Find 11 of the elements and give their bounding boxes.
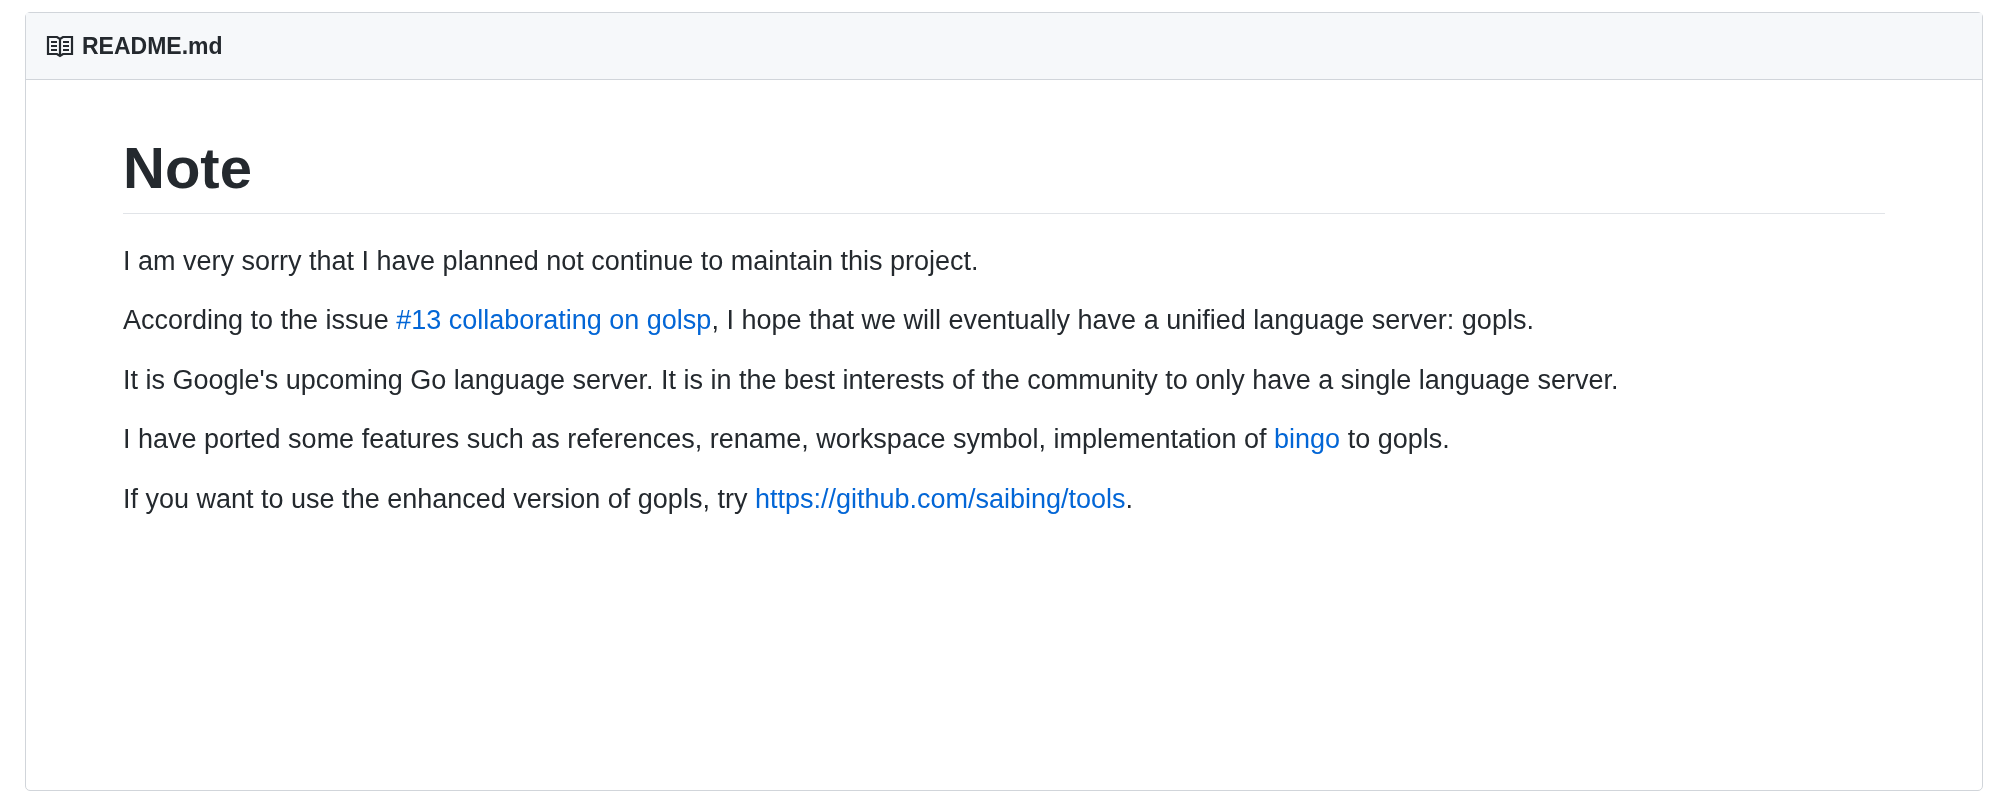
paragraph: If you want to use the enhanced version of gopls, try https://github.com/saibing/tools. [123,482,1135,516]
paragraph: According to the issue #13 collaborating on golsp, I hope that we will eventually have a unified language server: gopls. [123,304,1535,337]
link[interactable]: https://github.com/saibing/tools [754,483,1126,514]
paragraph: It is Google's upcoming Go language server. It is in the best interests of the community to only have a single language server. [123,363,1620,397]
book-icon [46,34,74,58]
file-name: README.md [82,31,223,61]
heading: Note [123,132,1885,214]
link[interactable]: #13 collaborating on golsp [396,305,712,335]
link[interactable]: bingo [1274,424,1341,454]
paragraph: I have ported some features such as references, rename, workspace symbol, implementation of bingo to gopls. [123,423,1451,456]
paragraph: I am very sorry that I have planned not continue to maintain this project. [123,244,980,278]
